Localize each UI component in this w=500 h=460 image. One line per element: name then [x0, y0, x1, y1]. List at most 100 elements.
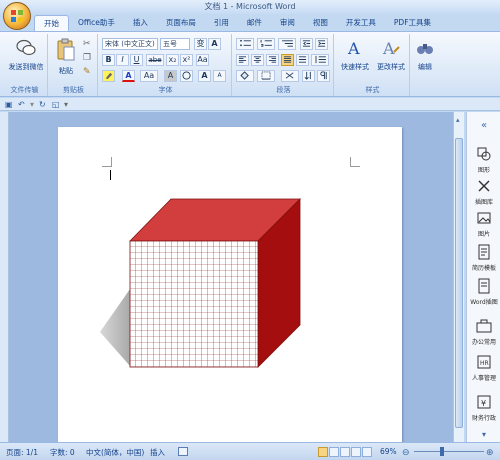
zoom-slider[interactable]: [414, 451, 484, 452]
view-full-screen-icon[interactable]: [329, 447, 339, 457]
borders-button[interactable]: [257, 70, 275, 82]
justify-button[interactable]: [281, 54, 294, 66]
panel-item-office-common[interactable]: 办公常用: [467, 318, 500, 346]
yen-icon: ¥: [477, 395, 491, 409]
font-name-combo[interactable]: 宋体 (中文正文): [102, 38, 158, 50]
change-styles-button[interactable]: A 更改样式: [374, 38, 408, 72]
clear-format-button[interactable]: Aa: [196, 54, 209, 66]
bold-button[interactable]: B: [102, 54, 115, 66]
font-color-button[interactable]: A: [122, 70, 135, 82]
enclose-characters-button[interactable]: [180, 70, 193, 82]
view-buttons: [318, 447, 374, 457]
decrease-indent-icon: [302, 40, 311, 47]
view-print-layout-icon[interactable]: [318, 447, 328, 457]
tab-references[interactable]: 引用: [205, 15, 238, 31]
redo-icon[interactable]: ↻: [39, 100, 46, 109]
strikethrough-button[interactable]: abe: [146, 54, 164, 66]
multilevel-list-button[interactable]: [278, 38, 296, 50]
align-center-button[interactable]: [251, 54, 264, 66]
panel-item-word-illustration[interactable]: Word插图: [467, 278, 500, 306]
align-right-button[interactable]: [266, 54, 279, 66]
briefcase-icon: [476, 319, 492, 333]
panel-item-shapes[interactable]: 图形: [467, 146, 500, 174]
panel-item-picture[interactable]: 图片: [467, 210, 500, 238]
undo-icon[interactable]: ↶: [18, 100, 25, 109]
tab-developer[interactable]: 开发工具: [337, 15, 385, 31]
decrease-indent-button[interactable]: [300, 38, 313, 50]
customize-qat-icon[interactable]: ▾: [64, 100, 68, 109]
panel-item-finance-admin[interactable]: ¥ 财务行政: [467, 394, 500, 422]
increase-indent-button[interactable]: [315, 38, 328, 50]
send-to-wechat-button[interactable]: 发送到微信: [7, 38, 45, 72]
change-styles-icon: A: [382, 39, 400, 58]
shapes-icon: [477, 147, 491, 161]
save-icon[interactable]: ▣: [5, 100, 13, 109]
line-spacing-button[interactable]: [311, 54, 329, 66]
change-case-button[interactable]: Aa: [140, 70, 158, 82]
superscript-button[interactable]: x²: [180, 54, 193, 66]
tab-pdf-tools[interactable]: PDF工具集: [385, 15, 440, 31]
underline-button[interactable]: U: [130, 54, 143, 66]
grow-font-button[interactable]: A: [198, 70, 211, 82]
align-left-icon: [238, 56, 247, 63]
shrink-font-button[interactable]: A: [213, 70, 226, 82]
zoom-in-icon[interactable]: ⊕: [486, 448, 494, 458]
zoom-slider-handle[interactable]: [440, 447, 444, 456]
view-draft-icon[interactable]: [362, 447, 372, 457]
sort-icon: [304, 71, 311, 80]
sort-button[interactable]: [302, 70, 315, 82]
vertical-scrollbar[interactable]: ▴: [453, 112, 464, 442]
panel-scroll-down-icon[interactable]: ▾: [467, 430, 500, 439]
editing-button[interactable]: 编辑: [412, 38, 438, 72]
quick-styles-button[interactable]: A 快速样式: [338, 38, 372, 72]
paste-button[interactable]: 粘贴: [52, 38, 80, 76]
macro-record-icon[interactable]: [178, 447, 188, 456]
scrollbar-thumb[interactable]: [455, 138, 463, 428]
shading-button[interactable]: [236, 70, 254, 82]
office-button[interactable]: [3, 2, 31, 30]
zoom-level[interactable]: 69%: [380, 447, 397, 456]
tab-view[interactable]: 视图: [304, 15, 337, 31]
print-preview-icon[interactable]: ◱: [52, 100, 60, 109]
subscript-button[interactable]: x₂: [166, 54, 179, 66]
panel-item-resume-template[interactable]: 简历模板: [467, 244, 500, 272]
scroll-up-icon[interactable]: ▴: [456, 116, 460, 124]
tab-office-assistant[interactable]: Office助手: [69, 15, 124, 31]
character-shading-button[interactable]: A: [164, 70, 177, 82]
numbering-button[interactable]: [257, 38, 275, 50]
copy-icon[interactable]: ❐: [83, 53, 91, 63]
chinese-layout-button[interactable]: [281, 70, 299, 82]
align-right-icon: [268, 56, 277, 63]
status-page-count[interactable]: 页面: 1/1: [6, 447, 38, 458]
character-border-button[interactable]: A: [208, 38, 221, 50]
panel-item-hr-management[interactable]: HR 人事管理: [467, 354, 500, 382]
tab-home[interactable]: 开始: [34, 15, 69, 31]
align-left-button[interactable]: [236, 54, 249, 66]
cut-icon[interactable]: ✂: [83, 39, 91, 49]
font-size-combo[interactable]: 五号: [160, 38, 190, 50]
highlight-button[interactable]: [102, 70, 115, 82]
redo-dropdown-icon[interactable]: ▾: [30, 100, 34, 109]
show-marks-button[interactable]: [317, 70, 330, 82]
format-painter-icon[interactable]: ✎: [83, 67, 91, 77]
status-word-count[interactable]: 字数: 0: [50, 447, 75, 458]
zoom-out-icon[interactable]: ⊖: [402, 448, 410, 458]
italic-button[interactable]: I: [116, 54, 129, 66]
view-web-layout-icon[interactable]: [340, 447, 350, 457]
panel-item-clipart[interactable]: 插图库: [467, 178, 500, 206]
group-label-paragraph: 段落: [276, 86, 291, 94]
bullets-button[interactable]: [236, 38, 254, 50]
phonetic-guide-button[interactable]: 变: [194, 38, 207, 50]
view-outline-icon[interactable]: [351, 447, 361, 457]
collapse-panel-icon[interactable]: «: [467, 120, 500, 131]
tab-page-layout[interactable]: 页面布局: [157, 15, 205, 31]
status-insert-mode[interactable]: 插入: [150, 447, 165, 458]
cube-shape[interactable]: [58, 127, 402, 457]
tab-insert[interactable]: 插入: [124, 15, 157, 31]
distributed-button[interactable]: [296, 54, 309, 66]
tab-mailings[interactable]: 邮件: [238, 15, 271, 31]
group-label-file-transfer: 文件传输: [10, 86, 39, 94]
document-page[interactable]: [58, 127, 402, 457]
status-language[interactable]: 中文(简体，中国): [86, 447, 144, 458]
tab-review[interactable]: 审阅: [271, 15, 304, 31]
